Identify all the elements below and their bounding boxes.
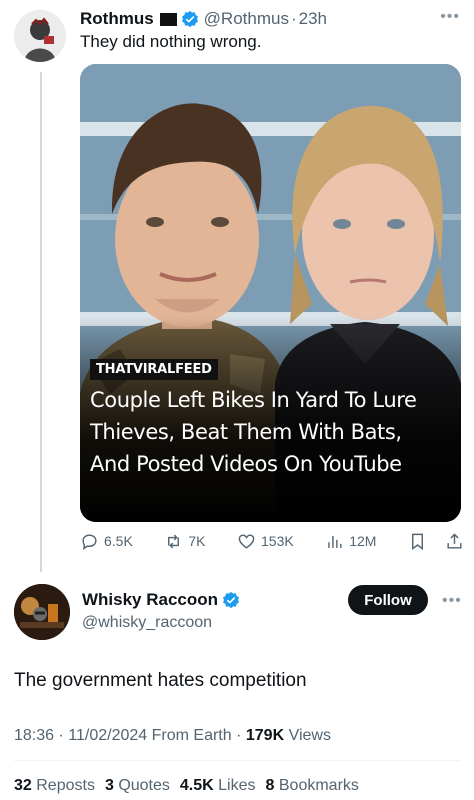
like-icon	[238, 533, 255, 549]
tweet-text: The government hates competition	[14, 670, 307, 691]
bookmarks-label: Bookmarks	[278, 777, 359, 794]
bookmark-share-group	[408, 532, 464, 551]
display-name[interactable]: Whisky Raccoon	[82, 590, 218, 610]
tweet-action-bar: 6.5K 7K 153K 12M	[80, 528, 464, 554]
quote-display-name-row: Whisky Raccoon	[82, 590, 240, 610]
likes-count: 4.5K	[179, 777, 214, 794]
dot-separator: ·	[58, 727, 69, 744]
quotes-stat[interactable]: 3 Quotes	[105, 777, 170, 795]
dot-separator: ·	[236, 727, 246, 744]
media-source-tag: THATVIRALFEED	[90, 359, 218, 380]
tweet-header: Rothmus @Rothmus · 23h •••	[80, 8, 460, 30]
tweet-source: From Earth	[151, 727, 232, 744]
views-count: 12M	[349, 533, 377, 549]
handle[interactable]: @Rothmus	[204, 9, 289, 29]
repost-count: 7K	[188, 533, 206, 549]
display-name[interactable]: Rothmus	[80, 9, 154, 29]
tweet-text: They did nothing wrong.	[80, 32, 262, 51]
likes-stat[interactable]: 4.5K Likes	[180, 777, 256, 795]
flag-icon	[159, 12, 177, 26]
avatar-rothmus[interactable]	[14, 10, 66, 62]
dot-separator: ·	[290, 9, 297, 28]
timestamp[interactable]: 23h	[299, 9, 327, 29]
reposts-label: Reposts	[36, 777, 95, 794]
reply-button[interactable]: 6.5K	[80, 532, 133, 551]
tweet-date[interactable]: 11/02/2024	[68, 727, 147, 744]
quotes-label: Quotes	[118, 777, 170, 794]
more-icon[interactable]: •••	[442, 592, 462, 610]
bookmark-icon[interactable]	[408, 532, 427, 551]
reposts-count: 32	[14, 777, 32, 794]
tweet-media[interactable]: THATVIRALFEED Couple Left Bikes In Yard …	[80, 64, 461, 522]
quotes-count: 3	[104, 777, 114, 794]
reposts-stat[interactable]: 32 Reposts	[14, 777, 95, 795]
verified-icon	[181, 10, 198, 28]
views-icon	[328, 535, 342, 548]
tweet-stats: 32 Reposts 3 Quotes 4.5K Likes 8 Bookmar…	[14, 777, 359, 795]
views-button[interactable]: 12M	[325, 532, 376, 551]
bookmarks-stat[interactable]: 8 Bookmarks	[266, 777, 359, 795]
bookmarks-count: 8	[265, 777, 275, 794]
reply-count: 6.5K	[104, 533, 133, 549]
repost-button[interactable]: 7K	[164, 532, 205, 551]
share-icon[interactable]	[445, 532, 464, 551]
tweet-time[interactable]: 18:36	[14, 727, 54, 744]
views-count: 179K	[245, 727, 285, 744]
repost-icon	[168, 534, 180, 548]
likes-label: Likes	[218, 777, 256, 794]
handle[interactable]: @whisky_raccoon	[82, 614, 212, 632]
avatar-whisky-raccoon[interactable]	[14, 584, 70, 640]
divider	[14, 760, 460, 761]
views-label: Views	[288, 727, 331, 744]
thread-connector-line	[40, 72, 42, 572]
verified-icon	[223, 591, 240, 609]
reply-icon	[82, 533, 97, 550]
follow-button[interactable]: Follow	[348, 585, 428, 615]
media-headline: Couple Left Bikes In Yard To Lure Thieve…	[90, 388, 417, 476]
like-button[interactable]: 153K	[237, 532, 294, 551]
tweet-meta: 18:36 · 11/02/2024 From Earth · 179K Vie…	[14, 727, 331, 745]
like-count: 153K	[261, 533, 294, 549]
more-icon[interactable]: •••	[440, 8, 460, 26]
